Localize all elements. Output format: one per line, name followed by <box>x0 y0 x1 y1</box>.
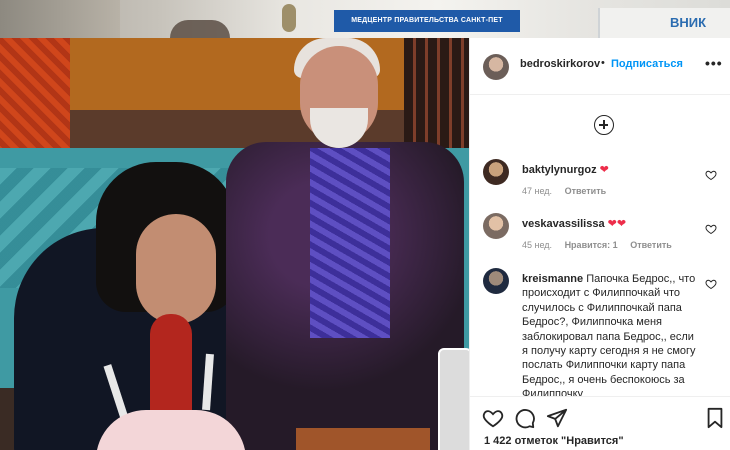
like-comment-heart-icon[interactable] <box>705 278 717 290</box>
photo-person-left-face <box>136 214 216 324</box>
avatar[interactable] <box>483 268 509 294</box>
comment-age[interactable]: 45 нед. <box>522 240 552 250</box>
post-header: bedroskirkorov • Подписаться ••• <box>470 38 730 95</box>
comment-text: veskavassilissa ❤❤ <box>522 217 702 231</box>
avatar[interactable] <box>483 54 509 80</box>
post-actions-bar: 1 422 отметок "Нравится" <box>470 396 730 450</box>
photo-table <box>296 428 430 450</box>
plus-circle-icon[interactable] <box>594 115 614 135</box>
background-badge: ВНИК <box>598 8 730 38</box>
post-sidebar: bedroskirkorov • Подписаться ••• baktyly… <box>469 38 730 450</box>
like-comment-heart-icon[interactable] <box>705 169 717 181</box>
background-sign: МЕДЦЕНТР ПРАВИТЕЛЬСТВА САНКТ-ПЕТ <box>334 10 520 32</box>
follow-button[interactable]: Подписаться <box>611 58 683 70</box>
comment-likes-count[interactable]: Нравится: 1 <box>565 240 618 250</box>
photo-cake-figure <box>150 314 192 414</box>
comment-meta: 45 нед. Нравится: 1 Ответить <box>522 240 682 250</box>
comment-username[interactable]: kreismanne <box>522 273 583 285</box>
comment-age[interactable]: 47 нед. <box>522 186 552 196</box>
background-shape <box>282 4 296 32</box>
comment-username[interactable]: veskavassilissa <box>522 218 605 230</box>
background-page-strip: МЕДЦЕНТР ПРАВИТЕЛЬСТВА САНКТ-ПЕТ ВНИК <box>0 0 730 38</box>
more-dots-icon[interactable]: ••• <box>705 54 723 72</box>
comment-text: kreismanne Папочка Бедрос,, что происход… <box>522 272 702 402</box>
comment-icon[interactable] <box>514 407 536 429</box>
likes-count[interactable]: 1 422 отметок "Нравится" <box>484 435 624 447</box>
like-comment-heart-icon[interactable] <box>705 223 717 235</box>
background-shape <box>0 0 120 38</box>
photo-shelf <box>404 38 469 158</box>
comment-meta: 47 нед. Ответить <box>522 186 616 196</box>
avatar[interactable] <box>483 159 509 185</box>
bookmark-icon[interactable] <box>704 407 726 429</box>
reply-button[interactable]: Ответить <box>565 186 607 196</box>
post-username[interactable]: bedroskirkorov <box>520 58 600 70</box>
heart-emoji-icon: ❤ <box>599 164 609 176</box>
heart-emoji-icon: ❤❤ <box>607 218 627 230</box>
comment-body: Папочка Бедрос,, что происходит с Филипп… <box>522 273 696 401</box>
post-photo[interactable] <box>0 38 469 450</box>
background-shape <box>170 20 230 38</box>
photo-panel <box>0 38 469 110</box>
paper-plane-icon[interactable] <box>546 407 568 429</box>
comment-username[interactable]: baktylynurgoz <box>522 164 597 176</box>
comment-text: baktylynurgoz ❤ <box>522 163 702 177</box>
reply-button[interactable]: Ответить <box>630 240 672 250</box>
heart-icon[interactable] <box>482 407 504 429</box>
separator-dot: • <box>601 57 605 69</box>
avatar[interactable] <box>483 213 509 239</box>
photo-phone <box>438 348 469 450</box>
photo-person-right-shirt <box>310 148 390 338</box>
